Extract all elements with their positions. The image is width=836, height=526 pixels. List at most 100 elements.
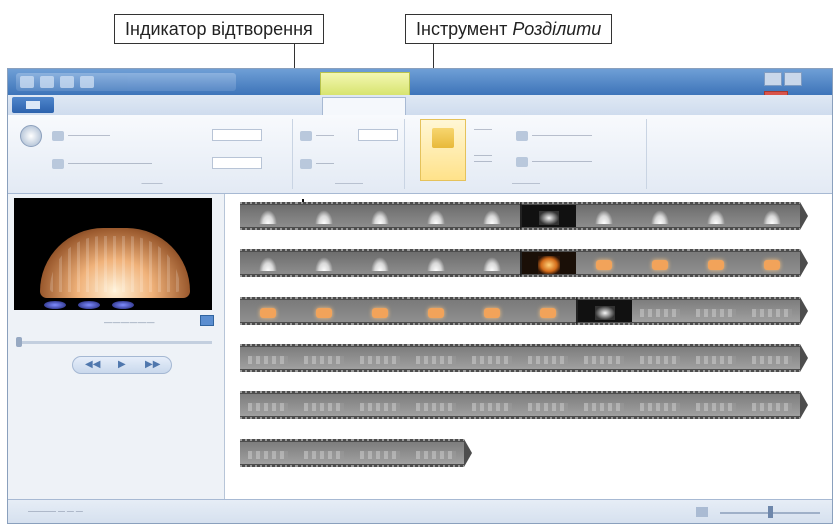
- clip-frame[interactable]: [688, 297, 744, 325]
- seek-bar[interactable]: [16, 341, 212, 344]
- clip-frame[interactable]: [240, 344, 296, 372]
- clip-frame[interactable]: [240, 297, 296, 325]
- clip-frame[interactable]: [352, 297, 408, 325]
- clip-frame[interactable]: [464, 249, 520, 277]
- redo-icon[interactable]: [60, 76, 74, 88]
- clip-frame[interactable]: [408, 344, 464, 372]
- storyboard-clip-strip[interactable]: [240, 249, 808, 277]
- clip-frame[interactable]: [632, 202, 688, 230]
- dropdown-icon[interactable]: [80, 76, 94, 88]
- tab-animations[interactable]: [102, 99, 148, 115]
- clip-frame[interactable]: [408, 202, 464, 230]
- file-menu-button[interactable]: [12, 97, 54, 113]
- storyboard-clip-strip[interactable]: [240, 202, 808, 230]
- trim-tool-option-2[interactable]: ——— ———: [474, 153, 492, 165]
- clip-frame[interactable]: [632, 297, 688, 325]
- set-end-point-option[interactable]: ——————————: [516, 157, 592, 167]
- clip-frame[interactable]: [520, 391, 576, 419]
- tab-edit[interactable]: [322, 97, 406, 116]
- clip-frame[interactable]: [576, 344, 632, 372]
- clip-frame[interactable]: [744, 202, 800, 230]
- storyboard-clip-strip[interactable]: [240, 391, 808, 419]
- thumbnail-size-icon[interactable]: [696, 507, 708, 517]
- clip-frame[interactable]: [408, 297, 464, 325]
- volume-icon[interactable]: [20, 125, 42, 147]
- status-bar: ———— — — —: [8, 499, 832, 523]
- clip-frame[interactable]: [744, 249, 800, 277]
- split-button[interactable]: [420, 119, 466, 181]
- quick-access-toolbar: [16, 73, 236, 91]
- save-icon[interactable]: [20, 76, 34, 88]
- clip-frame[interactable]: [520, 249, 576, 277]
- previous-frame-icon[interactable]: ◀◀: [85, 359, 100, 371]
- clip-frame[interactable]: [352, 439, 408, 467]
- clip-frame[interactable]: [744, 344, 800, 372]
- clip-frame[interactable]: [744, 391, 800, 419]
- clip-frame[interactable]: [576, 391, 632, 419]
- timecode-display: ——————: [104, 318, 155, 327]
- speed-select[interactable]: [358, 129, 398, 141]
- clip-frame[interactable]: [408, 391, 464, 419]
- clip-frame[interactable]: [576, 249, 632, 277]
- clip-frame[interactable]: [296, 297, 352, 325]
- clip-frame[interactable]: [520, 202, 576, 230]
- clip-frame[interactable]: [296, 439, 352, 467]
- clip-frame[interactable]: [744, 297, 800, 325]
- clip-frame[interactable]: [464, 391, 520, 419]
- clip-frame[interactable]: [352, 344, 408, 372]
- zoom-slider-thumb[interactable]: [768, 506, 773, 518]
- clip-frame[interactable]: [688, 202, 744, 230]
- clip-frame[interactable]: [240, 391, 296, 419]
- next-frame-icon[interactable]: ▶▶: [145, 359, 160, 371]
- clip-frame[interactable]: [688, 391, 744, 419]
- clip-frame[interactable]: [464, 297, 520, 325]
- clip-frame[interactable]: [240, 202, 296, 230]
- set-start-point-option[interactable]: ——————————: [516, 131, 592, 141]
- storyboard-clip-strip[interactable]: [240, 344, 808, 372]
- clip-frame[interactable]: [352, 202, 408, 230]
- clip-frame[interactable]: [632, 391, 688, 419]
- clip-frame[interactable]: [576, 297, 632, 325]
- maximize-icon[interactable]: [784, 72, 802, 86]
- tab-project[interactable]: [226, 99, 262, 115]
- clip-frame[interactable]: [464, 344, 520, 372]
- fullscreen-icon[interactable]: [200, 315, 214, 326]
- clip-frame[interactable]: [520, 297, 576, 325]
- ribbon-option-2[interactable]: ——————————————: [52, 159, 152, 169]
- clip-frame[interactable]: [296, 391, 352, 419]
- storyboard-timeline[interactable]: [225, 194, 832, 499]
- trim-tool-option[interactable]: ———: [474, 127, 492, 133]
- fade-in-select[interactable]: [212, 129, 262, 141]
- tab-view[interactable]: [264, 99, 314, 115]
- tab-visual-effects[interactable]: [150, 99, 224, 115]
- seek-thumb[interactable]: [16, 337, 22, 347]
- clip-frame[interactable]: [688, 344, 744, 372]
- clip-frame[interactable]: [352, 249, 408, 277]
- clip-frame[interactable]: [688, 249, 744, 277]
- clip-frame[interactable]: [240, 439, 296, 467]
- storyboard-clip-strip[interactable]: [240, 439, 472, 467]
- clip-frame[interactable]: [352, 391, 408, 419]
- clip-frame[interactable]: [296, 202, 352, 230]
- fade-out-select[interactable]: [212, 157, 262, 169]
- clip-frame[interactable]: [408, 439, 464, 467]
- speed-option[interactable]: ———: [300, 131, 334, 141]
- clip-frame[interactable]: [408, 249, 464, 277]
- clip-frame[interactable]: [296, 344, 352, 372]
- undo-icon[interactable]: [40, 76, 54, 88]
- strip-end-marker: [464, 439, 472, 467]
- clip-frame[interactable]: [576, 202, 632, 230]
- play-icon[interactable]: ▶: [118, 359, 126, 371]
- duration-option[interactable]: ———: [300, 159, 334, 169]
- clip-frame[interactable]: [632, 344, 688, 372]
- minimize-icon[interactable]: [764, 72, 782, 86]
- speed-icon: [300, 131, 312, 141]
- clip-frame[interactable]: [240, 249, 296, 277]
- ribbon-option-1[interactable]: ———————: [52, 131, 110, 141]
- clip-frame[interactable]: [632, 249, 688, 277]
- clip-frame[interactable]: [464, 202, 520, 230]
- tab-home[interactable]: [60, 99, 100, 115]
- clip-frame[interactable]: [296, 249, 352, 277]
- clip-frame[interactable]: [520, 344, 576, 372]
- storyboard-clip-strip[interactable]: [240, 297, 808, 325]
